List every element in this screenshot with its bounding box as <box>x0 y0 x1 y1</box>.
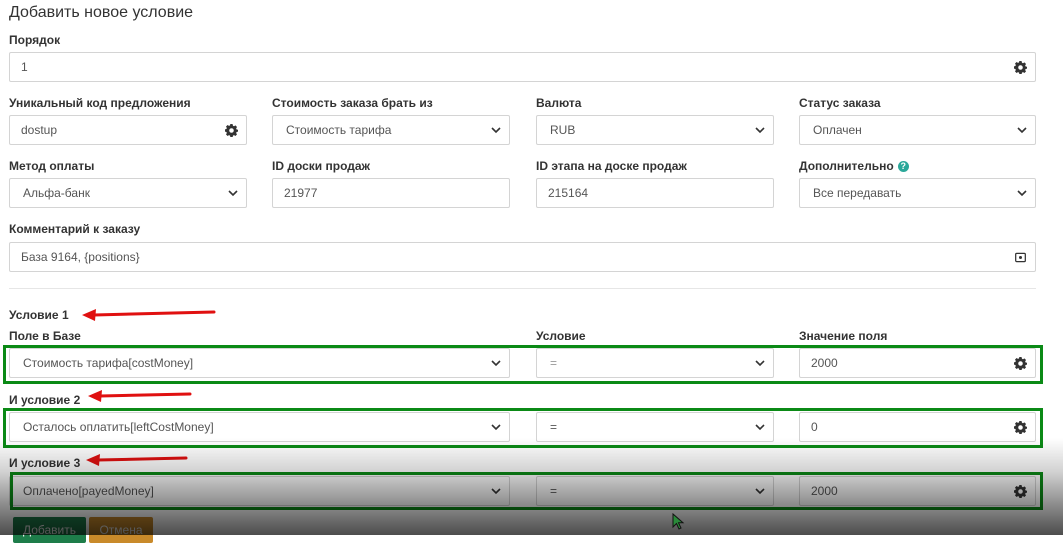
order-status-select[interactable]: Оплачен <box>799 115 1036 145</box>
board-id-label: ID доски продаж <box>272 159 371 173</box>
comment-label: Комментарий к заказу <box>9 222 141 236</box>
stage-id-value: 215164 <box>548 186 589 200</box>
offer-code-label: Уникальный код предложения <box>9 96 191 110</box>
chevron-down-icon <box>228 190 238 197</box>
cost-source-value: Стоимость тарифа <box>286 123 392 137</box>
comment-input[interactable]: База 9164, {positions} <box>9 242 1036 272</box>
board-id-input[interactable]: 21977 <box>272 178 510 208</box>
mouse-cursor-icon <box>672 513 685 530</box>
condition-3-heading: И условие 3 <box>9 456 81 470</box>
extra-value: Все передавать <box>813 186 902 200</box>
page-title: Добавить новое условие <box>9 4 194 21</box>
board-id-value: 21977 <box>284 186 318 200</box>
chevron-down-icon <box>1017 190 1027 197</box>
payment-method-value: Альфа-банк <box>23 186 90 200</box>
chevron-down-icon <box>1017 127 1027 134</box>
comment-value: База 9164, {positions} <box>21 250 140 264</box>
condition-1-heading: Условие 1 <box>9 308 69 322</box>
code-icon[interactable] <box>1014 252 1027 263</box>
cancel-button[interactable]: Отмена <box>89 517 153 543</box>
cost-source-select[interactable]: Стоимость тарифа <box>272 115 510 145</box>
gear-icon[interactable] <box>1014 61 1027 74</box>
annotation-arrow <box>88 390 192 402</box>
help-icon[interactable]: ? <box>897 161 909 172</box>
payment-method-select[interactable]: Альфа-банк <box>9 178 247 208</box>
chevron-down-icon <box>755 127 765 134</box>
annotation-arrow <box>86 454 188 466</box>
order-status-label: Статус заказа <box>799 96 881 110</box>
column-field-label: Поле в Базе <box>9 329 81 343</box>
condition-2-heading: И условие 2 <box>9 393 81 407</box>
stage-id-input[interactable]: 215164 <box>536 178 774 208</box>
order-label: Порядок <box>9 33 61 47</box>
highlight-box <box>10 472 1043 510</box>
column-condition-label: Условие <box>536 329 586 343</box>
currency-select[interactable]: RUB <box>536 115 774 145</box>
highlight-box <box>3 408 1043 448</box>
order-status-value: Оплачен <box>813 123 862 137</box>
gear-icon[interactable] <box>225 124 238 137</box>
extra-label: Дополнительно? <box>799 159 909 173</box>
add-button[interactable]: Добавить <box>13 517 86 543</box>
currency-value: RUB <box>550 123 576 137</box>
column-value-label: Значение поля <box>799 329 888 343</box>
section-divider <box>9 288 1036 289</box>
highlight-box <box>3 345 1043 384</box>
currency-label: Валюта <box>536 96 582 110</box>
chevron-down-icon <box>491 127 501 134</box>
extra-select[interactable]: Все передавать <box>799 178 1036 208</box>
stage-id-label: ID этапа на доске продаж <box>536 159 687 173</box>
order-input[interactable]: 1 <box>9 52 1036 82</box>
offer-code-value: dostup <box>21 123 58 137</box>
order-value: 1 <box>21 60 28 74</box>
annotation-arrow <box>82 309 216 321</box>
offer-code-input[interactable]: dostup <box>9 115 247 145</box>
cost-source-label: Стоимость заказа брать из <box>272 96 433 110</box>
payment-method-label: Метод оплаты <box>9 159 95 173</box>
extra-label-text: Дополнительно <box>799 159 894 173</box>
